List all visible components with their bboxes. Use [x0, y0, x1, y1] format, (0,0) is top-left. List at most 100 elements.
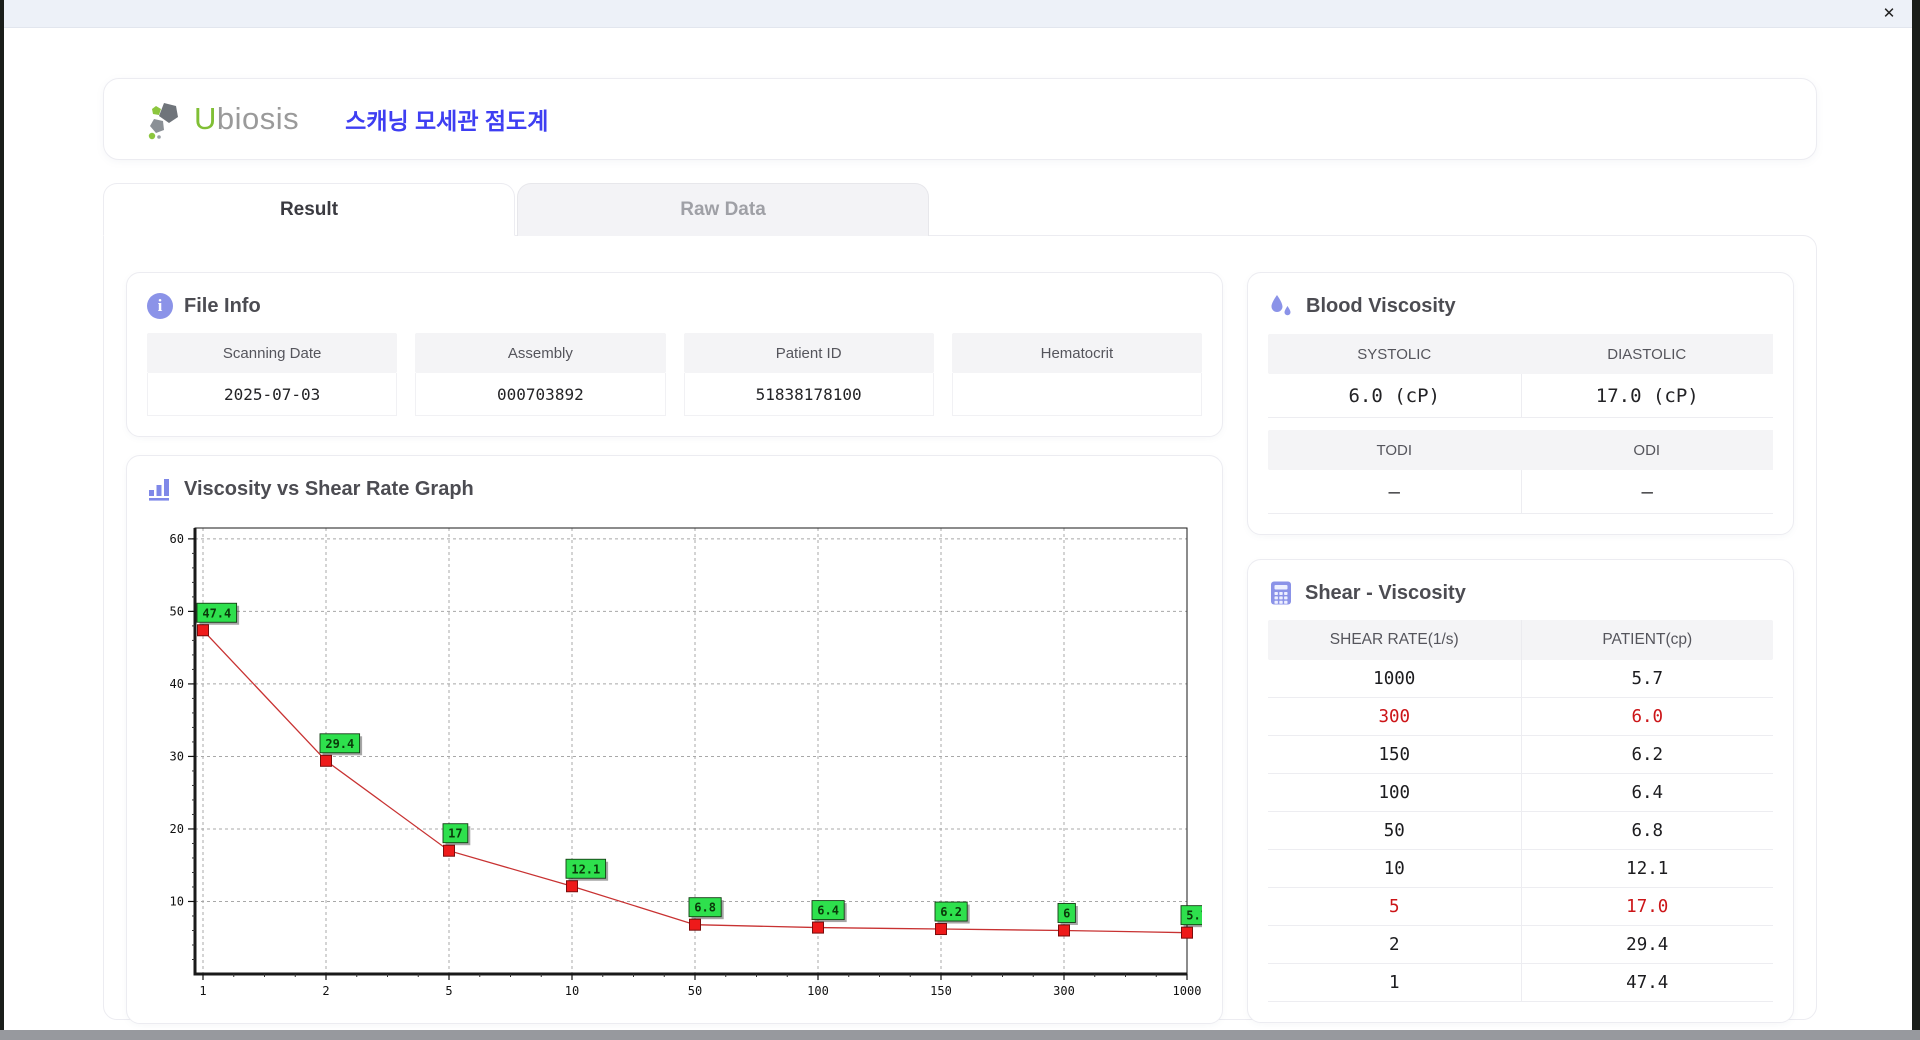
svg-text:50: 50 — [170, 604, 184, 618]
app-title-korean: 스캐닝 모세관 점도계 — [345, 108, 549, 134]
svg-text:1000: 1000 — [1173, 984, 1202, 998]
shear-rate-column-header: SHEAR RATE(1/s) — [1329, 631, 1459, 648]
todi-value: – — [1268, 470, 1521, 514]
table-row: 10 12.1 — [1268, 850, 1773, 888]
shear-rate-cell: 2 — [1388, 934, 1400, 955]
file-info-grid: Scanning Date Assembly Patient ID Hemato… — [147, 333, 1202, 416]
blood-drop-icon — [1271, 295, 1291, 316]
svg-text:1: 1 — [199, 984, 206, 998]
close-button[interactable]: ✕ — [1878, 4, 1900, 24]
table-row: 5 17.0 — [1268, 888, 1773, 926]
table-row: 1000 5.7 — [1268, 660, 1773, 698]
systolic-value: 6.0 (cP) — [1268, 374, 1521, 418]
table-row: 1 47.4 — [1268, 964, 1773, 1002]
header-card: Ubiosis 스캐닝 모세관 점도계 — [103, 78, 1817, 160]
patient-cell: 47.4 — [1520, 964, 1774, 1001]
patient-cell: 17.0 — [1520, 888, 1774, 925]
svg-text:300: 300 — [1053, 984, 1075, 998]
blood-viscosity-title: Blood Viscosity — [1306, 295, 1456, 317]
assembly-value: 000703892 — [415, 373, 666, 416]
shear-rate-cell: 1000 — [1373, 668, 1416, 689]
svg-text:12.1: 12.1 — [571, 862, 600, 876]
odi-label: ODI — [1520, 430, 1773, 470]
svg-text:6.8: 6.8 — [694, 901, 716, 915]
titlebar: ✕ — [4, 0, 1912, 28]
patient-cell: 6.0 — [1520, 698, 1774, 735]
viscosity-graph-panel: Viscosity vs Shear Rate Graph 10 20 30 40 50… — [126, 455, 1223, 1024]
patient-cell: 6.4 — [1520, 774, 1774, 811]
main-container: i File Info Scanning Date Assembly Patie… — [103, 235, 1817, 1024]
shear-rate-cell: 10 — [1383, 858, 1405, 879]
svg-text:30: 30 — [170, 749, 184, 763]
patient-cell: 6.8 — [1520, 812, 1774, 849]
patient-cell: 29.4 — [1520, 926, 1774, 963]
svg-text:150: 150 — [930, 984, 952, 998]
patient-cell: 5.7 — [1520, 660, 1774, 697]
systolic-label: SYSTOLIC — [1268, 334, 1521, 374]
logo-text-rest: biosis — [216, 101, 300, 136]
svg-text:6.4: 6.4 — [817, 904, 839, 918]
hematocrit-value — [951, 373, 1202, 416]
scanning-date-label: Scanning Date — [147, 333, 398, 373]
patient-cell: 12.1 — [1520, 850, 1774, 887]
hematocrit-label: Hematocrit — [951, 333, 1202, 373]
svg-text:50: 50 — [688, 984, 702, 998]
svg-text:2: 2 — [322, 984, 329, 998]
viscosity-line-chart: 10 20 30 40 50 60 1 2 5 10 50 100 150 300 1000 47.4 29.4… — [170, 527, 1216, 998]
svg-text:10: 10 — [565, 984, 579, 998]
file-info-panel: i File Info Scanning Date Assembly Patie… — [126, 272, 1223, 437]
assembly-label: Assembly — [415, 333, 666, 373]
shear-rate-cell: 100 — [1378, 782, 1411, 803]
odi-value: – — [1520, 470, 1773, 514]
shear-viscosity-panel: Shear - Viscosity SHEAR RATE(1/s) PATIEN… — [1247, 559, 1794, 1023]
info-icon: i — [147, 293, 173, 319]
patient-cell: 6.2 — [1520, 736, 1774, 773]
table-row: 100 6.4 — [1268, 774, 1773, 812]
patient-column-header: PATIENT(cp) — [1520, 620, 1774, 660]
ubiosis-logo-icon — [148, 103, 178, 140]
tab-row: Result Raw Data — [103, 183, 929, 236]
svg-text:47.4: 47.4 — [202, 606, 231, 620]
window-bottom-edge — [0, 1030, 1920, 1040]
blood-viscosity-panel: Blood Viscosity SYSTOLIC DIASTOLIC 6.0 (… — [1247, 272, 1794, 535]
patient-id-value: 51838178100 — [683, 373, 934, 416]
diastolic-label: DIASTOLIC — [1520, 334, 1773, 374]
blood-viscosity-row-1: SYSTOLIC DIASTOLIC 6.0 (cP) 17.0 (cP) — [1268, 334, 1773, 418]
app-window: ✕ Ubiosis 스캐닝 모세관 점도계 Result Raw Data i — [4, 0, 1912, 1030]
right-column: Blood Viscosity SYSTOLIC DIASTOLIC 6.0 (… — [1247, 272, 1794, 1023]
diastolic-value: 17.0 (cP) — [1520, 374, 1773, 418]
table-row: 300 6.0 — [1268, 698, 1773, 736]
logo-text-u: U — [194, 101, 217, 136]
svg-text:5: 5 — [445, 984, 452, 998]
svg-text:60: 60 — [170, 532, 184, 546]
svg-text:6.2: 6.2 — [940, 905, 962, 919]
file-info-title: File Info — [184, 294, 261, 317]
todi-label: TODI — [1268, 430, 1521, 470]
svg-text:10: 10 — [170, 894, 184, 908]
svg-text:20: 20 — [170, 822, 184, 836]
viscosity-graph-title: Viscosity vs Shear Rate Graph — [184, 477, 474, 500]
bar-chart-icon — [149, 479, 169, 501]
svg-text:29.4: 29.4 — [325, 737, 354, 751]
svg-text:100: 100 — [807, 984, 829, 998]
shear-rate-cell: 5 — [1388, 896, 1400, 917]
shear-rate-cell: 1 — [1388, 972, 1400, 993]
svg-text:17: 17 — [448, 827, 462, 841]
shear-table-header: SHEAR RATE(1/s) PATIENT(cp) — [1268, 620, 1773, 660]
viscosity-chart: 10 20 30 40 50 60 1 2 5 10 50 100 150 300 1000 47.4 29.4… — [147, 516, 1216, 1003]
table-row: 50 6.8 — [1268, 812, 1773, 850]
svg-text:40: 40 — [170, 677, 184, 691]
shear-rate-cell: 300 — [1378, 706, 1411, 727]
logo-text: Ubiosis — [194, 101, 299, 137]
calculator-icon — [1271, 581, 1291, 605]
tab-result[interactable]: Result — [103, 183, 515, 236]
table-row: 150 6.2 — [1268, 736, 1773, 774]
patient-id-label: Patient ID — [683, 333, 934, 373]
blood-viscosity-row-2: TODI ODI – – — [1268, 430, 1773, 514]
svg-text:6: 6 — [1063, 906, 1070, 920]
svg-text:5.7: 5.7 — [1186, 909, 1202, 923]
shear-viscosity-title: Shear - Viscosity — [1305, 581, 1466, 604]
shear-rate-cell: 50 — [1383, 820, 1405, 841]
tab-raw-data[interactable]: Raw Data — [517, 183, 929, 236]
shear-rate-cell: 150 — [1378, 744, 1411, 765]
